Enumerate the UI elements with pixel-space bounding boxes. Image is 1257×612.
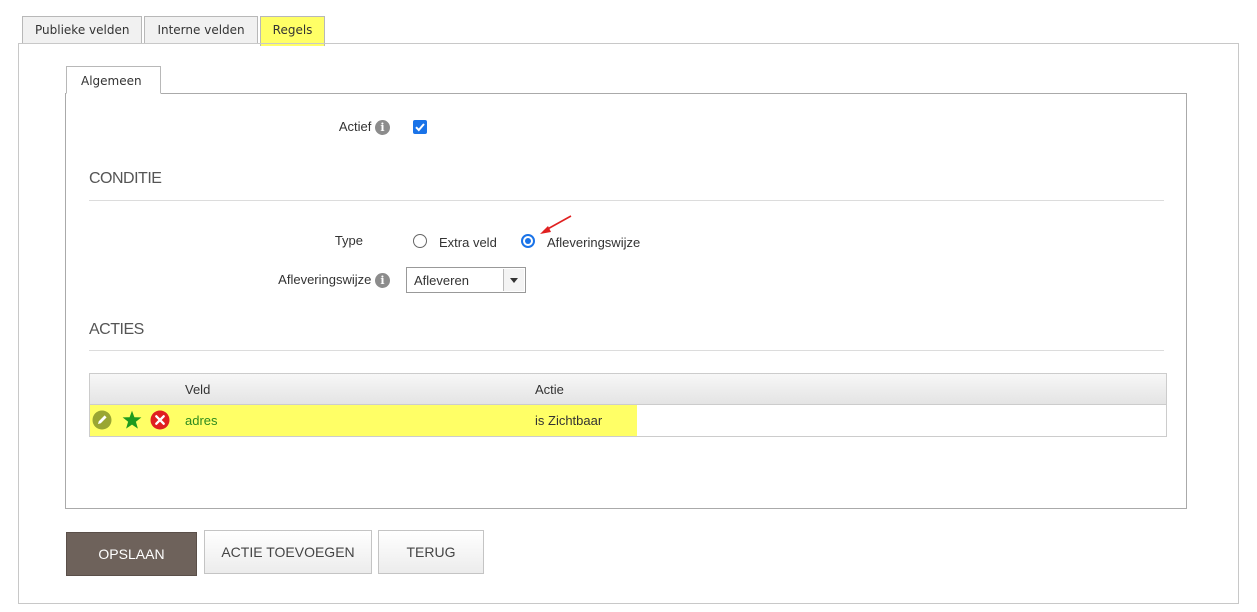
radio-afleveringswijze-label[interactable]: Afleveringswijze	[547, 235, 640, 250]
checkmark-icon	[415, 123, 425, 132]
actief-row-label: Actief i	[300, 119, 390, 136]
add-action-button[interactable]: ACTIE TOEVOEGEN	[204, 530, 372, 574]
afleveringswijze-select-value: Afleveren	[414, 273, 469, 288]
tab-algemeen[interactable]: Algemeen	[66, 66, 161, 94]
type-label: Type	[334, 233, 363, 248]
star-icon[interactable]	[122, 410, 142, 430]
algemeen-panel	[65, 93, 1187, 509]
edit-icon[interactable]	[92, 410, 112, 430]
table-header: Veld Actie	[90, 374, 1166, 405]
actief-checkbox[interactable]	[413, 120, 427, 134]
afleveringswijze-row-label: Afleveringswijze i	[240, 272, 390, 289]
annotation-arrow-icon	[540, 215, 572, 234]
acties-table: Veld Actie adres is Zichtbaar	[89, 373, 1167, 437]
conditie-title: CONDITIE	[89, 170, 162, 187]
radio-afleveringswijze[interactable]	[521, 234, 535, 248]
radio-extra-veld[interactable]	[413, 234, 427, 248]
delete-icon[interactable]	[150, 410, 170, 430]
back-button[interactable]: TERUG	[378, 530, 484, 574]
save-button[interactable]: OPSLAAN	[66, 532, 197, 576]
row-actie-value: is Zichtbaar	[535, 413, 603, 428]
tab-publieke-velden[interactable]: Publieke velden	[22, 16, 143, 44]
column-header-veld[interactable]: Veld	[185, 382, 210, 397]
info-icon[interactable]: i	[375, 120, 390, 136]
acties-divider	[89, 350, 1164, 351]
column-header-actie[interactable]: Actie	[535, 382, 564, 397]
tab-interne-velden[interactable]: Interne velden	[144, 16, 258, 44]
radio-extra-veld-label[interactable]: Extra veld	[439, 235, 497, 250]
conditie-divider	[89, 200, 1164, 201]
tab-regels[interactable]: Regels	[259, 16, 326, 46]
main-tab-bar: Publieke velden Interne velden Regels	[22, 16, 327, 46]
info-icon[interactable]: i	[375, 273, 390, 289]
chevron-down-icon[interactable]	[503, 269, 524, 291]
actief-label: Actief	[338, 119, 372, 134]
acties-title: ACTIES	[89, 321, 144, 338]
row-veld-value: adres	[185, 413, 218, 428]
afleveringswijze-select[interactable]: Afleveren	[406, 267, 526, 293]
afleveringswijze-label: Afleveringswijze	[278, 272, 372, 287]
